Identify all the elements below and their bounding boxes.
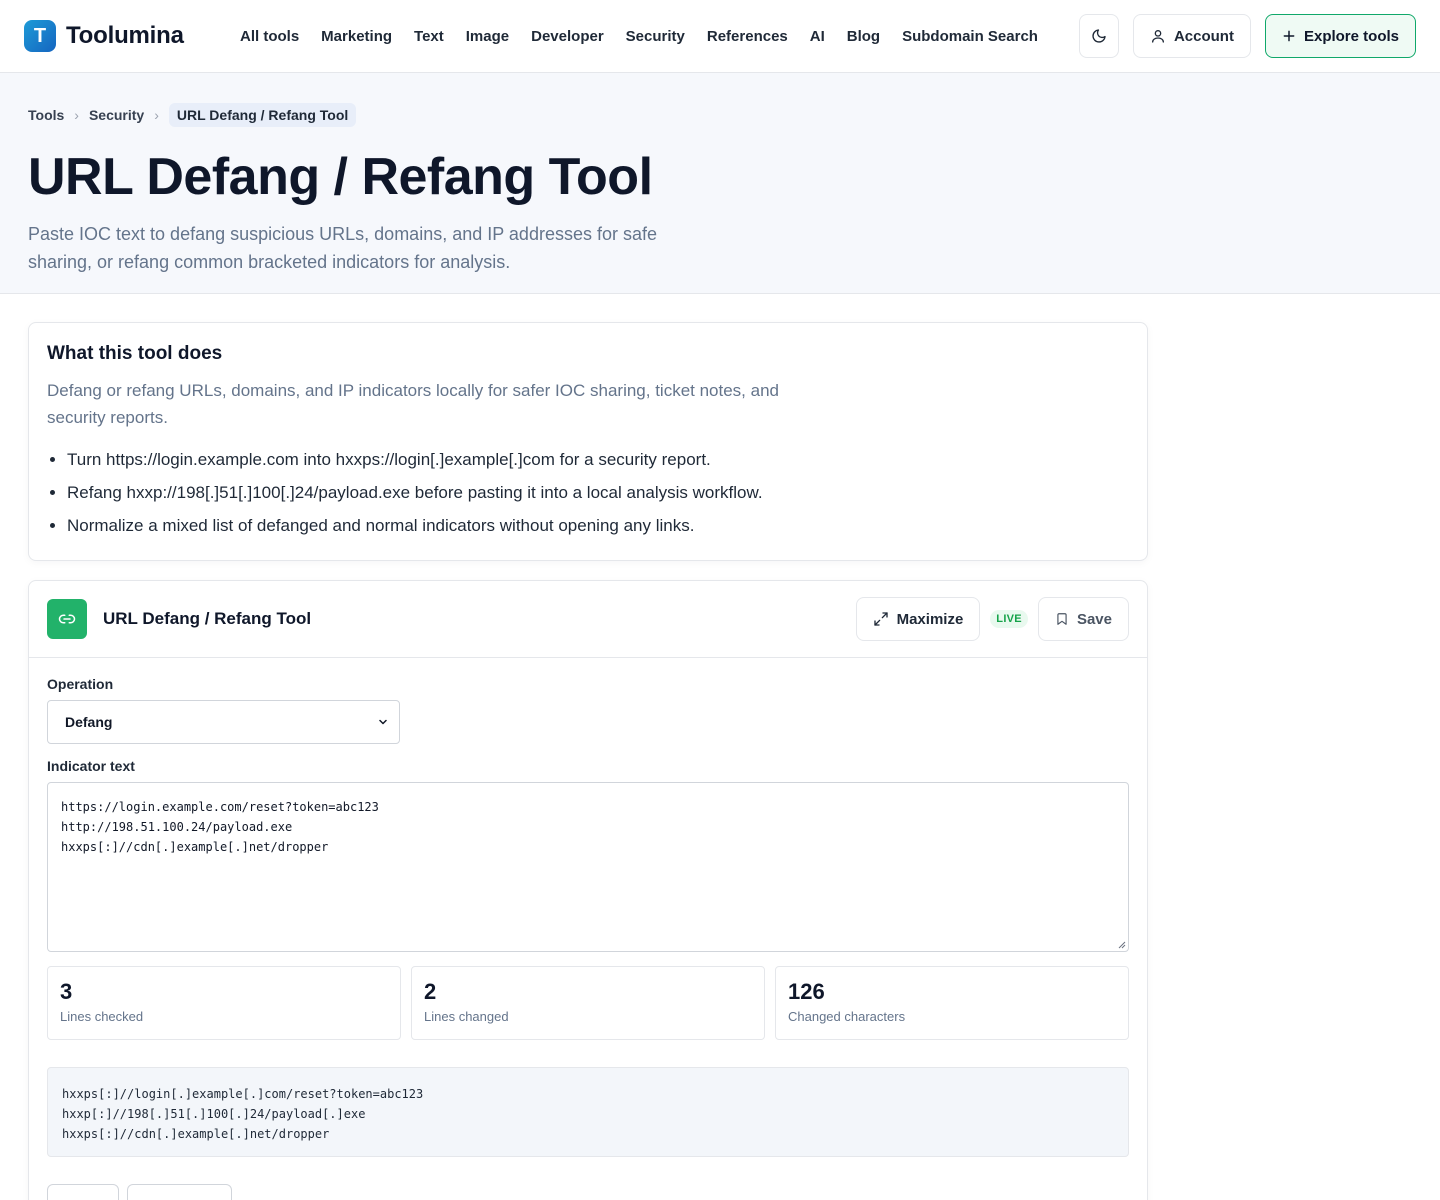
stat-value: 126: [788, 979, 825, 1004]
nav-link-references[interactable]: References: [707, 28, 788, 45]
tool-body: Operation Defang Indicator text https://…: [29, 658, 1147, 1200]
copy-button[interactable]: Copy: [47, 1184, 119, 1200]
chevron-right-icon: ›: [74, 107, 79, 123]
tool-title: URL Defang / Refang Tool: [103, 609, 312, 628]
link-icon: [47, 599, 87, 639]
stat-label: Changed characters: [788, 1009, 906, 1024]
stat-changed-characters: 126 Changed characters: [775, 966, 1129, 1040]
output-line: hxxps[:]//cdn[.]example[.]net/dropper: [62, 1127, 330, 1141]
explore-tools-button[interactable]: Explore tools: [1264, 14, 1416, 58]
nav-link-developer[interactable]: Developer: [531, 28, 604, 45]
chevron-right-icon: ›: [154, 107, 159, 123]
stat-label: Lines changed: [424, 1009, 509, 1024]
header-actions: Account Explore tools: [1078, 14, 1416, 58]
breadcrumb: Tools › Security › URL Defang / Refang T…: [28, 103, 1412, 127]
theme-toggle-button[interactable]: [1078, 14, 1119, 58]
maximize-label: Maximize: [896, 610, 964, 628]
nav-link-text[interactable]: Text: [414, 28, 444, 45]
stat-lines-changed: 2 Lines changed: [411, 966, 765, 1040]
info-description: Defang or refang URLs, domains, and IP i…: [47, 381, 779, 427]
brand-logo[interactable]: T Toolumina: [24, 20, 240, 52]
main-nav: All tools Marketing Text Image Developer…: [240, 28, 1038, 45]
main-content: What this tool does Defang or refang URL…: [0, 294, 1440, 1200]
operation-select[interactable]: Defang: [47, 700, 400, 744]
account-button[interactable]: Account: [1132, 14, 1251, 58]
brand-mark-icon: T: [24, 20, 56, 52]
page-title: URL Defang / Refang Tool: [28, 148, 653, 206]
nav-link-image[interactable]: Image: [466, 28, 509, 45]
nav-link-ai[interactable]: AI: [810, 28, 825, 45]
page-subtitle: Paste IOC text to defang suspicious URLs…: [28, 224, 657, 273]
save-button[interactable]: Save: [1037, 597, 1129, 641]
stats-row: 3 Lines checked 2 Lines changed 126 Chan…: [47, 966, 1129, 1040]
list-item: Turn https://login.example.com into hxxp…: [67, 443, 1129, 476]
output-actions: Copy Download: [47, 1184, 1129, 1200]
input-line: http://198.51.100.24/payload.exe: [61, 820, 293, 834]
live-status-badge: LIVE: [990, 610, 1028, 628]
stat-label: Lines checked: [60, 1009, 144, 1024]
indicator-text-input[interactable]: https://login.example.com/reset?token=ab…: [47, 782, 1129, 952]
top-navigation-bar: T Toolumina All tools Marketing Text Ima…: [0, 0, 1440, 73]
maximize-button[interactable]: Maximize: [855, 597, 981, 641]
nav-link-marketing[interactable]: Marketing: [321, 28, 392, 45]
brand-name: Toolumina: [66, 22, 184, 49]
info-heading: What this tool does: [47, 343, 223, 364]
tool-card: URL Defang / Refang Tool Maximize LIVE S…: [28, 580, 1148, 1200]
output-line: hxxps[:]//login[.]example[.]com/reset?to…: [62, 1087, 424, 1101]
list-item: Refang hxxp://198[.]51[.]100[.]24/payloa…: [67, 476, 1129, 509]
nav-link-all-tools[interactable]: All tools: [240, 28, 299, 45]
output-block: hxxps[:]//login[.]example[.]com/reset?to…: [47, 1067, 1129, 1157]
stat-lines-checked: 3 Lines checked: [47, 966, 401, 1040]
breadcrumb-security[interactable]: Security: [89, 107, 144, 123]
moon-icon: [1092, 29, 1106, 43]
nav-link-blog[interactable]: Blog: [847, 28, 880, 45]
tool-header: URL Defang / Refang Tool Maximize LIVE S…: [29, 581, 1147, 658]
stat-value: 3: [60, 979, 73, 1004]
info-examples-list: Turn https://login.example.com into hxxp…: [47, 443, 1129, 542]
maximize-icon: [873, 612, 888, 626]
operation-selected-value: Defang: [65, 714, 113, 730]
page-hero: Tools › Security › URL Defang / Refang T…: [0, 73, 1440, 294]
nav-link-security[interactable]: Security: [626, 28, 685, 45]
input-line: https://login.example.com/reset?token=ab…: [61, 800, 379, 814]
plus-icon: [1283, 30, 1295, 42]
breadcrumb-current: URL Defang / Refang Tool: [168, 103, 357, 127]
explore-tools-label: Explore tools: [1303, 27, 1399, 45]
indicator-text-label: Indicator text: [47, 758, 135, 774]
resize-handle-icon[interactable]: [1118, 941, 1126, 949]
chevron-down-icon: [379, 719, 387, 725]
list-item: Normalize a mixed list of defanged and n…: [67, 509, 1129, 542]
nav-link-subdomain-search[interactable]: Subdomain Search: [902, 28, 1038, 45]
stat-value: 2: [424, 979, 437, 1004]
save-label: Save: [1076, 610, 1112, 628]
what-this-tool-does-card: What this tool does Defang or refang URL…: [28, 322, 1148, 561]
user-icon: [1151, 30, 1164, 43]
account-label: Account: [1173, 27, 1234, 45]
output-line: hxxp[:]//198[.]51[.]100[.]24/payload[.]e…: [62, 1107, 366, 1121]
breadcrumb-tools[interactable]: Tools: [28, 107, 64, 123]
tool-actions: Maximize LIVE Save: [855, 597, 1129, 641]
bookmark-icon: [1057, 613, 1067, 625]
input-line: hxxps[:]//cdn[.]example[.]net/dropper: [61, 840, 329, 854]
download-button[interactable]: Download: [126, 1184, 233, 1200]
operation-label: Operation: [47, 676, 114, 692]
